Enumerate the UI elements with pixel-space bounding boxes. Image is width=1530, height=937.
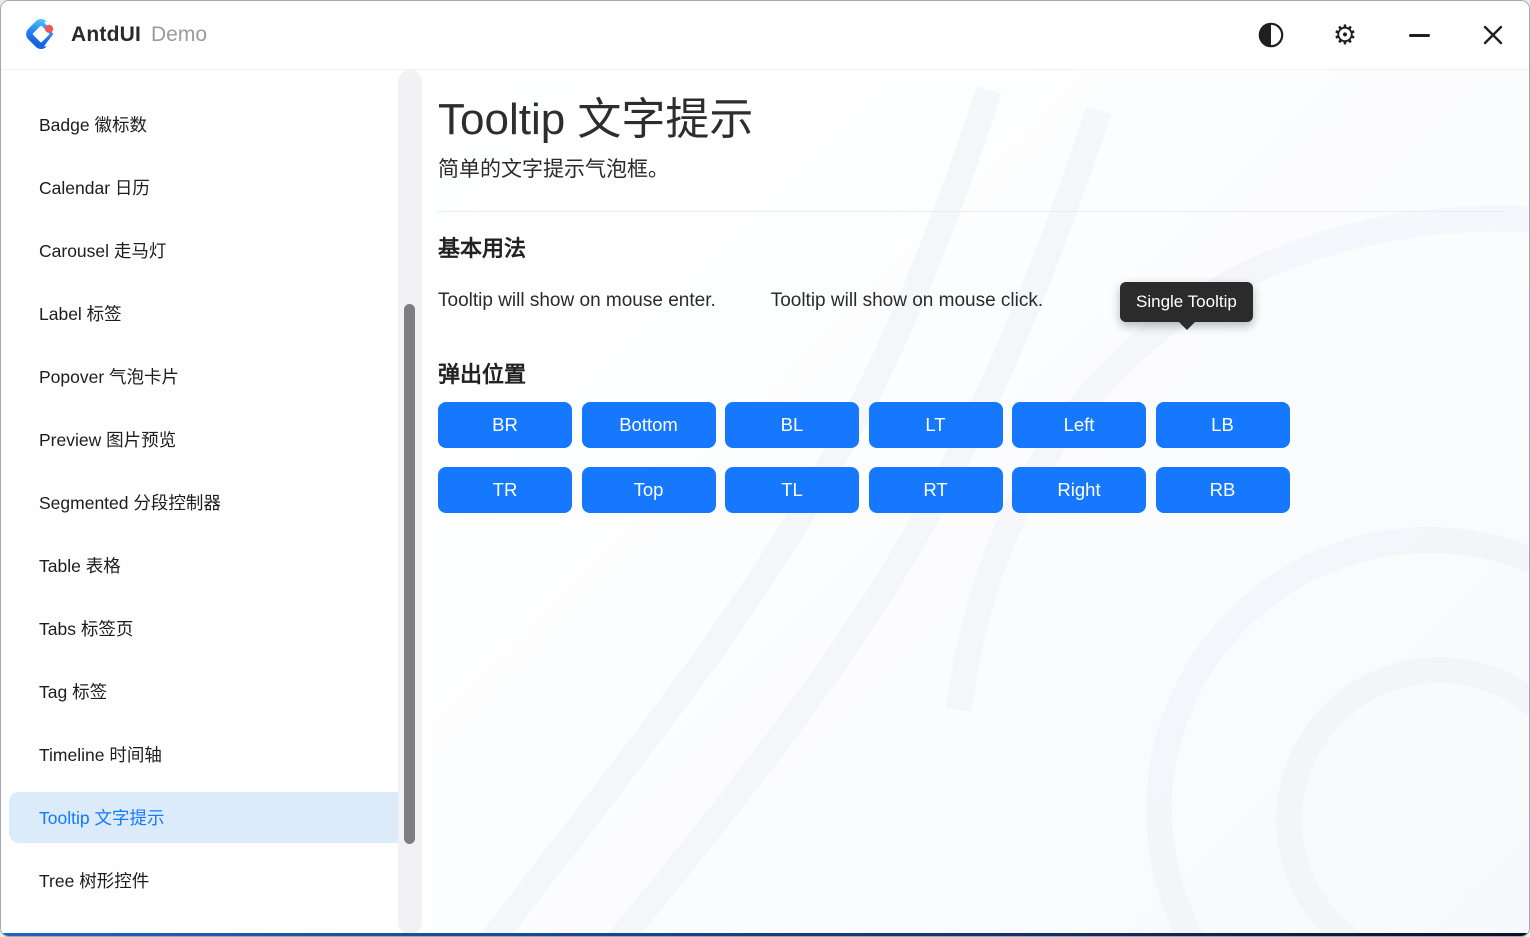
tooltip-popup-text: Single Tooltip bbox=[1136, 292, 1237, 311]
sidebar-list: Badge 徽标数 Calendar 日历 Carousel 走马灯 Label… bbox=[1, 99, 431, 906]
window-bottom-accent bbox=[1, 933, 1529, 936]
sidebar-item-tree[interactable]: Tree 树形控件 bbox=[9, 855, 421, 906]
sidebar: Badge 徽标数 Calendar 日历 Carousel 走马灯 Label… bbox=[1, 70, 431, 934]
sidebar-item-label: Carousel 走马灯 bbox=[39, 238, 166, 263]
app-body: Badge 徽标数 Calendar 日历 Carousel 走马灯 Label… bbox=[1, 70, 1529, 934]
sidebar-item-tabs[interactable]: Tabs 标签页 bbox=[9, 603, 421, 654]
sidebar-item-segmented[interactable]: Segmented 分段控制器 bbox=[9, 477, 421, 528]
section-heading-placement: 弹出位置 bbox=[438, 360, 1505, 390]
minimize-icon bbox=[1409, 34, 1430, 37]
sidebar-item-table[interactable]: Table 表格 bbox=[9, 540, 421, 591]
page-title: Tooltip 文字提示 bbox=[438, 91, 1505, 149]
sidebar-item-label: Tooltip 文字提示 bbox=[39, 805, 164, 830]
settings-button[interactable]: ⚙ bbox=[1323, 13, 1367, 57]
sidebar-item-label: Label 标签 bbox=[39, 301, 122, 326]
sidebar-item-label[interactable]: Label 标签 bbox=[9, 288, 421, 339]
sidebar-item-label: Badge 徽标数 bbox=[39, 112, 147, 137]
theme-toggle-button[interactable] bbox=[1249, 13, 1293, 57]
close-icon bbox=[1481, 23, 1505, 47]
minimize-button[interactable] bbox=[1397, 13, 1441, 57]
sidebar-item-label: Table 表格 bbox=[39, 553, 121, 578]
sidebar-item-timeline[interactable]: Timeline 时间轴 bbox=[9, 729, 421, 780]
app-window: AntdUI Demo ⚙ Badge 徽标数 Calendar 日历 bbox=[0, 0, 1530, 937]
sidebar-item-label: Segmented 分段控制器 bbox=[39, 490, 221, 515]
placement-button-tr[interactable]: TR bbox=[438, 467, 572, 513]
sidebar-item-popover[interactable]: Popover 气泡卡片 bbox=[9, 351, 421, 402]
main-content: Tooltip 文字提示 简单的文字提示气泡框。 基本用法 Tooltip wi… bbox=[431, 70, 1529, 934]
placement-button-br[interactable]: BR bbox=[438, 402, 572, 448]
gear-icon: ⚙ bbox=[1333, 22, 1357, 49]
antdui-logo-icon bbox=[25, 18, 59, 52]
titlebar: AntdUI Demo ⚙ bbox=[1, 1, 1529, 70]
sidebar-item-preview[interactable]: Preview 图片预览 bbox=[9, 414, 421, 465]
sidebar-item-label: Preview 图片预览 bbox=[39, 427, 176, 452]
placement-button-row: TRTopTLRTRightRB bbox=[438, 467, 1505, 513]
sidebar-item-badge[interactable]: Badge 徽标数 bbox=[9, 99, 421, 150]
basic-demo-texts: Tooltip will show on mouse enter. Toolti… bbox=[438, 288, 1505, 314]
placement-button-row: BRBottomBLLTLeftLB bbox=[438, 402, 1505, 448]
sidebar-item-tag[interactable]: Tag 标签 bbox=[9, 666, 421, 717]
sidebar-item-carousel[interactable]: Carousel 走马灯 bbox=[9, 225, 421, 276]
tooltip-arrow bbox=[1178, 321, 1196, 330]
tooltip-popup: Single Tooltip bbox=[1120, 282, 1253, 322]
placement-button-bottom[interactable]: Bottom bbox=[582, 402, 716, 448]
placement-button-tl[interactable]: TL bbox=[725, 467, 859, 513]
sidebar-scrollbar-thumb[interactable] bbox=[404, 304, 415, 844]
theme-contrast-icon bbox=[1257, 21, 1285, 49]
sidebar-item-label: Popover 气泡卡片 bbox=[39, 364, 179, 389]
sidebar-item-tooltip[interactable]: Tooltip 文字提示 bbox=[9, 792, 421, 843]
placement-button-bl[interactable]: BL bbox=[725, 402, 859, 448]
placement-button-lt[interactable]: LT bbox=[869, 402, 1003, 448]
sidebar-item-calendar[interactable]: Calendar 日历 bbox=[9, 162, 421, 213]
placement-button-top[interactable]: Top bbox=[582, 467, 716, 513]
placement-button-lb[interactable]: LB bbox=[1156, 402, 1290, 448]
placement-button-right[interactable]: Right bbox=[1012, 467, 1146, 513]
page-subtitle: 简单的文字提示气泡框。 bbox=[438, 155, 1505, 185]
sidebar-item-label: Tag 标签 bbox=[39, 679, 107, 704]
sidebar-scrollbar-track[interactable] bbox=[398, 70, 422, 934]
sidebar-item-label: Tree 树形控件 bbox=[39, 868, 149, 893]
tooltip-hover-target[interactable]: Tooltip will show on mouse enter. bbox=[438, 290, 716, 311]
placement-buttons: BRBottomBLLTLeftLB TRTopTLRTRightRB bbox=[438, 402, 1505, 513]
sidebar-item-label: Timeline 时间轴 bbox=[39, 742, 162, 767]
tooltip-click-target[interactable]: Tooltip will show on mouse click. bbox=[771, 290, 1043, 311]
placement-button-rt[interactable]: RT bbox=[869, 467, 1003, 513]
section-heading-basic: 基本用法 bbox=[438, 234, 1505, 264]
app-brand-suffix: Demo bbox=[151, 23, 207, 47]
app-brand: AntdUI bbox=[71, 23, 141, 47]
placement-button-left[interactable]: Left bbox=[1012, 402, 1146, 448]
header-divider bbox=[438, 211, 1505, 212]
placement-button-rb[interactable]: RB bbox=[1156, 467, 1290, 513]
close-button[interactable] bbox=[1471, 13, 1515, 57]
sidebar-item-label: Calendar 日历 bbox=[39, 175, 150, 200]
sidebar-item-label: Tabs 标签页 bbox=[39, 616, 133, 641]
